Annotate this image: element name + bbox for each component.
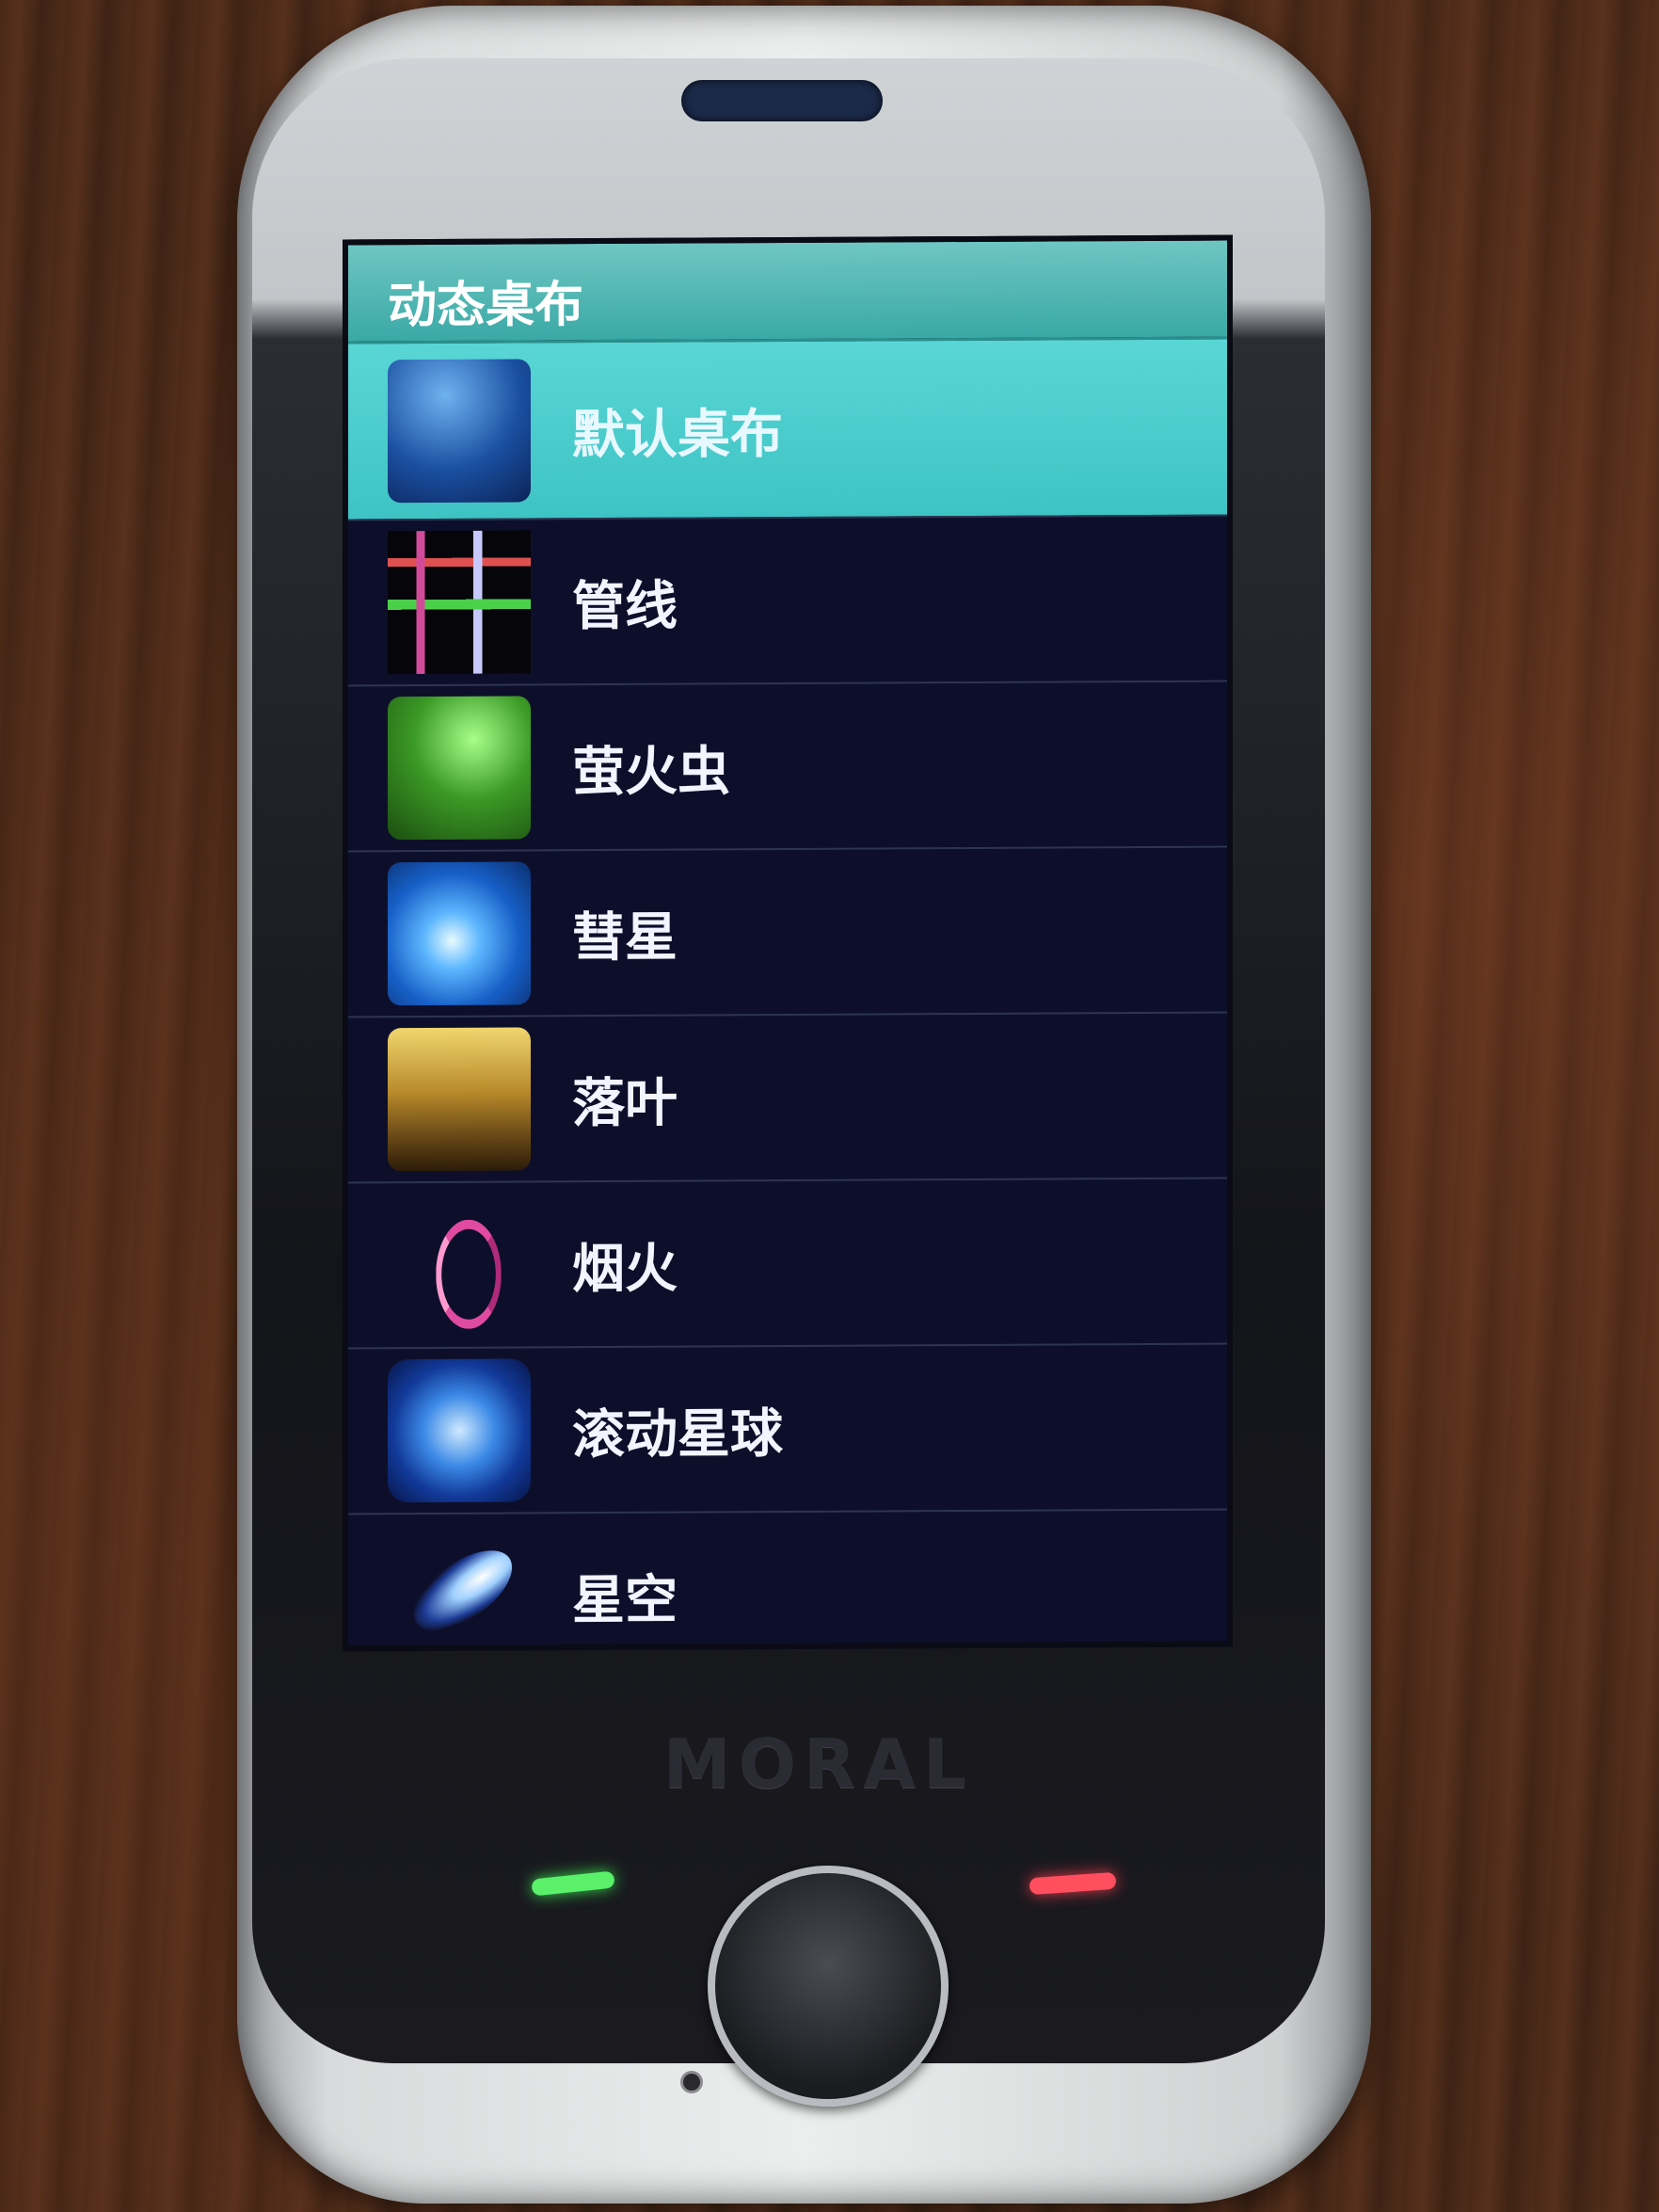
home-key[interactable] — [708, 1866, 949, 2107]
list-item-default[interactable]: 默认桌布 — [348, 339, 1227, 521]
title-bar: 动态桌布 — [348, 240, 1227, 345]
brand-logo: MORAL — [663, 1724, 974, 1803]
comet-icon — [388, 861, 531, 1006]
list-item-label: 烟火 — [572, 1238, 678, 1300]
fireworks-icon — [388, 1193, 531, 1337]
list-item-label: 默认桌布 — [572, 403, 783, 466]
list-item-globe[interactable]: 滚动星球 — [348, 1344, 1227, 1515]
photo-background: 动态桌布 默认桌布 管线 萤火虫 彗星 落叶 烟火 滚动星球 星空 MORAL — [0, 0, 1659, 2212]
list-item-fireworks[interactable]: 烟火 — [348, 1178, 1227, 1350]
globe-icon — [388, 1358, 531, 1503]
screen-title: 动态桌布 — [388, 277, 584, 335]
list-item-label: 星空 — [572, 1569, 678, 1631]
phone-screen: 动态桌布 默认桌布 管线 萤火虫 彗星 落叶 烟火 滚动星球 星空 — [343, 234, 1233, 1652]
leaves-icon — [388, 1027, 531, 1172]
default-wallpaper-icon — [388, 359, 531, 504]
pipes-icon — [388, 530, 531, 675]
list-item-label: 彗星 — [572, 906, 678, 969]
list-item-leaves[interactable]: 落叶 — [348, 1013, 1227, 1184]
list-item-label: 萤火虫 — [572, 740, 730, 803]
wallpaper-list: 默认桌布 管线 萤火虫 彗星 落叶 烟火 滚动星球 星空 — [348, 339, 1227, 1652]
list-item-label: 滚动星球 — [572, 1403, 783, 1466]
list-item-starry-sky[interactable]: 星空 — [348, 1510, 1227, 1652]
list-item-label: 落叶 — [572, 1072, 678, 1134]
earpiece — [681, 80, 883, 121]
starry-sky-icon — [388, 1524, 531, 1651]
firefly-icon — [388, 696, 531, 841]
microphone-hole — [680, 2071, 703, 2093]
list-item-pipes[interactable]: 管线 — [348, 516, 1227, 687]
list-item-label: 管线 — [572, 575, 678, 637]
list-item-firefly[interactable]: 萤火虫 — [348, 681, 1227, 853]
list-item-comet[interactable]: 彗星 — [348, 847, 1227, 1018]
